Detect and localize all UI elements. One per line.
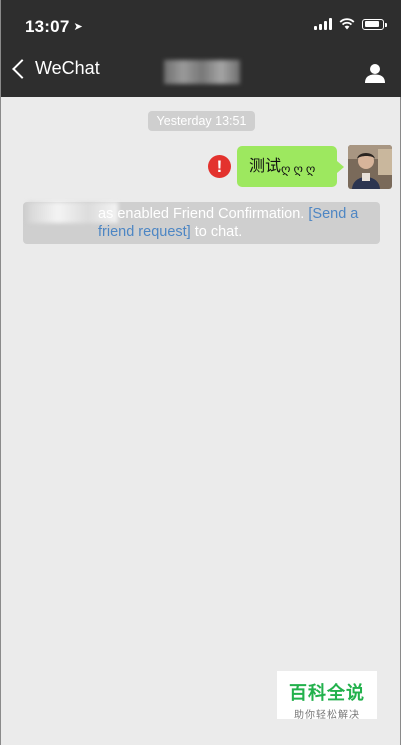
message-timestamp: Yesterday 13:51 bbox=[148, 111, 255, 131]
top-bar: 13:07 ➤ WeChat bbox=[1, 0, 401, 97]
message-text: 测试 bbox=[249, 158, 282, 175]
watermark-title: 百科全说 bbox=[289, 683, 365, 703]
send-failed-icon[interactable]: ! bbox=[208, 155, 231, 178]
chevron-left-icon bbox=[12, 58, 32, 79]
battery-fill bbox=[364, 21, 379, 27]
friend-confirmation-notice: as enabled Friend Confirmation. [Send a … bbox=[23, 202, 380, 244]
wifi-icon bbox=[339, 18, 355, 30]
message-emojis: ღღღ bbox=[281, 162, 319, 176]
back-label: WeChat bbox=[35, 58, 100, 78]
battery-icon bbox=[362, 18, 387, 30]
cellular-signal-icon bbox=[314, 18, 332, 30]
outgoing-message-bubble[interactable]: 测试ღღღ bbox=[237, 146, 344, 187]
screen: 13:07 ➤ WeChat Yesterday 13:51 ! 测试ღღღ a… bbox=[0, 0, 401, 745]
watermark-logo: 百科全说 助你轻松解决 bbox=[277, 671, 377, 721]
avatar[interactable] bbox=[348, 145, 392, 189]
notice-text: as enabled Friend Confirmation. [Send a … bbox=[34, 205, 372, 241]
status-indicators bbox=[314, 18, 387, 30]
contact-name-obscured bbox=[164, 60, 240, 84]
notice-text-part1: as enabled Friend Confirmation. bbox=[98, 206, 309, 222]
profile-icon[interactable] bbox=[364, 62, 386, 84]
notice-text-part2: to chat. bbox=[190, 224, 243, 240]
watermark-subtitle: 助你轻松解决 bbox=[294, 710, 360, 721]
status-time: 13:07 ➤ bbox=[25, 17, 83, 37]
back-button[interactable]: WeChat bbox=[11, 58, 100, 79]
location-arrow-icon: ➤ bbox=[73, 21, 83, 33]
time-text: 13:07 bbox=[25, 17, 70, 36]
